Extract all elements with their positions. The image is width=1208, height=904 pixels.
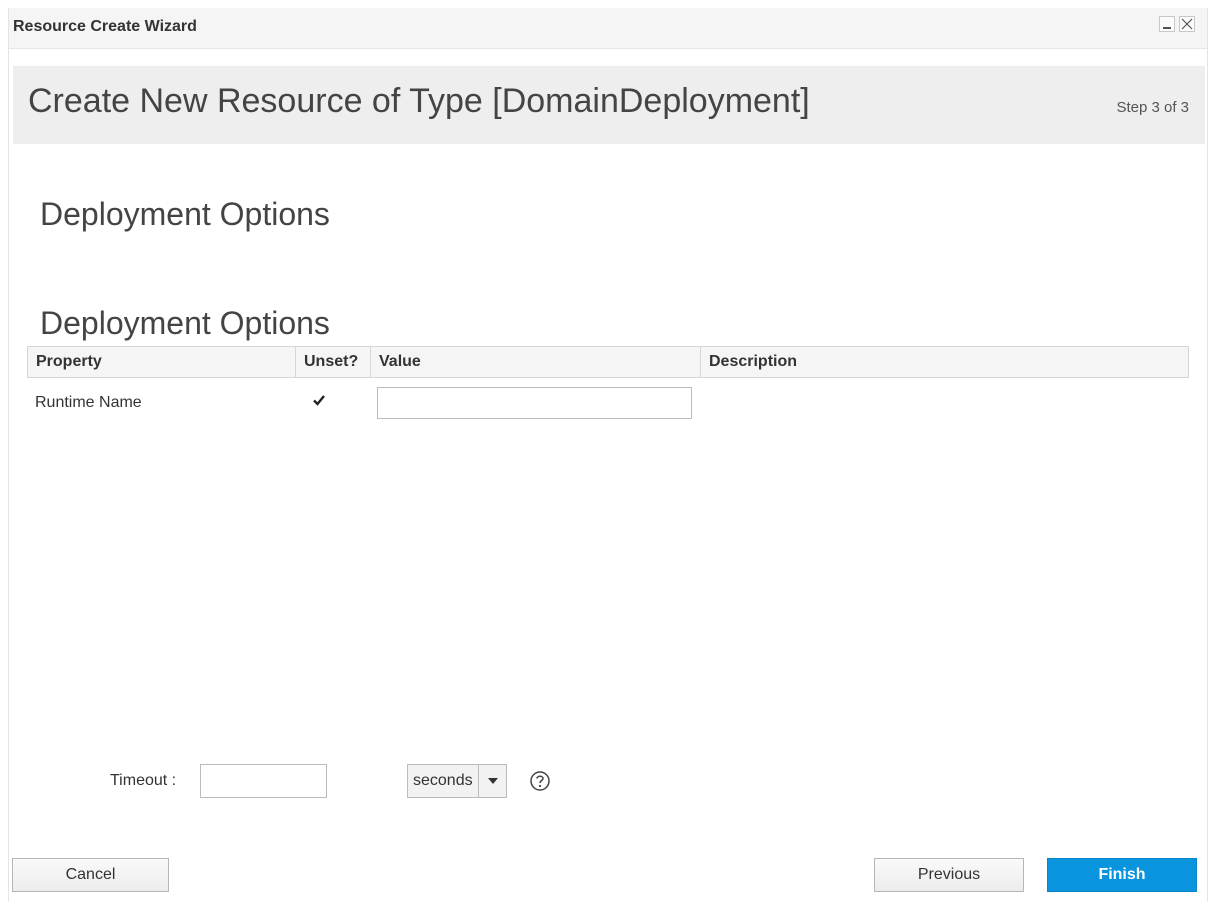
title-bar: Resource Create Wizard (9, 8, 1207, 49)
help-icon (530, 771, 550, 791)
wizard-window: Resource Create Wizard Create New Resour… (8, 8, 1208, 902)
close-icon (1181, 18, 1193, 30)
timeout-unit-value: seconds (408, 765, 479, 797)
minimize-icon (1163, 27, 1171, 29)
window-title: Resource Create Wizard (13, 18, 197, 35)
properties-grid: Property Unset? Value Description Runtim… (27, 346, 1189, 428)
column-header-value[interactable]: Value (371, 347, 701, 377)
help-button[interactable] (529, 770, 551, 792)
timeout-label: Timeout : (110, 772, 177, 789)
minimize-button[interactable] (1159, 16, 1175, 32)
page-title: Create New Resource of Type [DomainDeplo… (28, 82, 810, 120)
checkmark-icon (313, 395, 325, 406)
previous-button[interactable]: Previous (874, 858, 1024, 892)
runtime-name-input[interactable] (377, 387, 692, 419)
timeout-input[interactable] (200, 764, 327, 798)
wizard-header: Create New Resource of Type [DomainDeplo… (13, 66, 1205, 144)
finish-button[interactable]: Finish (1047, 858, 1197, 892)
close-button[interactable] (1179, 16, 1195, 32)
step-indicator: Step 3 of 3 (1116, 99, 1189, 116)
table-row: Runtime Name (27, 378, 1189, 428)
section-title: Deployment Options (40, 196, 330, 232)
cancel-button[interactable]: Cancel (12, 858, 169, 892)
column-header-property[interactable]: Property (28, 347, 296, 377)
grid-title: Deployment Options (40, 305, 330, 341)
dropdown-arrow[interactable] (479, 765, 506, 797)
grid-header: Property Unset? Value Description (27, 346, 1189, 378)
unset-checkbox[interactable] (311, 392, 327, 408)
column-header-unset[interactable]: Unset? (296, 347, 371, 377)
chevron-down-icon (487, 778, 498, 784)
column-header-description[interactable]: Description (701, 347, 1188, 377)
property-name: Runtime Name (35, 394, 142, 411)
timeout-unit-select[interactable]: seconds (407, 764, 507, 798)
